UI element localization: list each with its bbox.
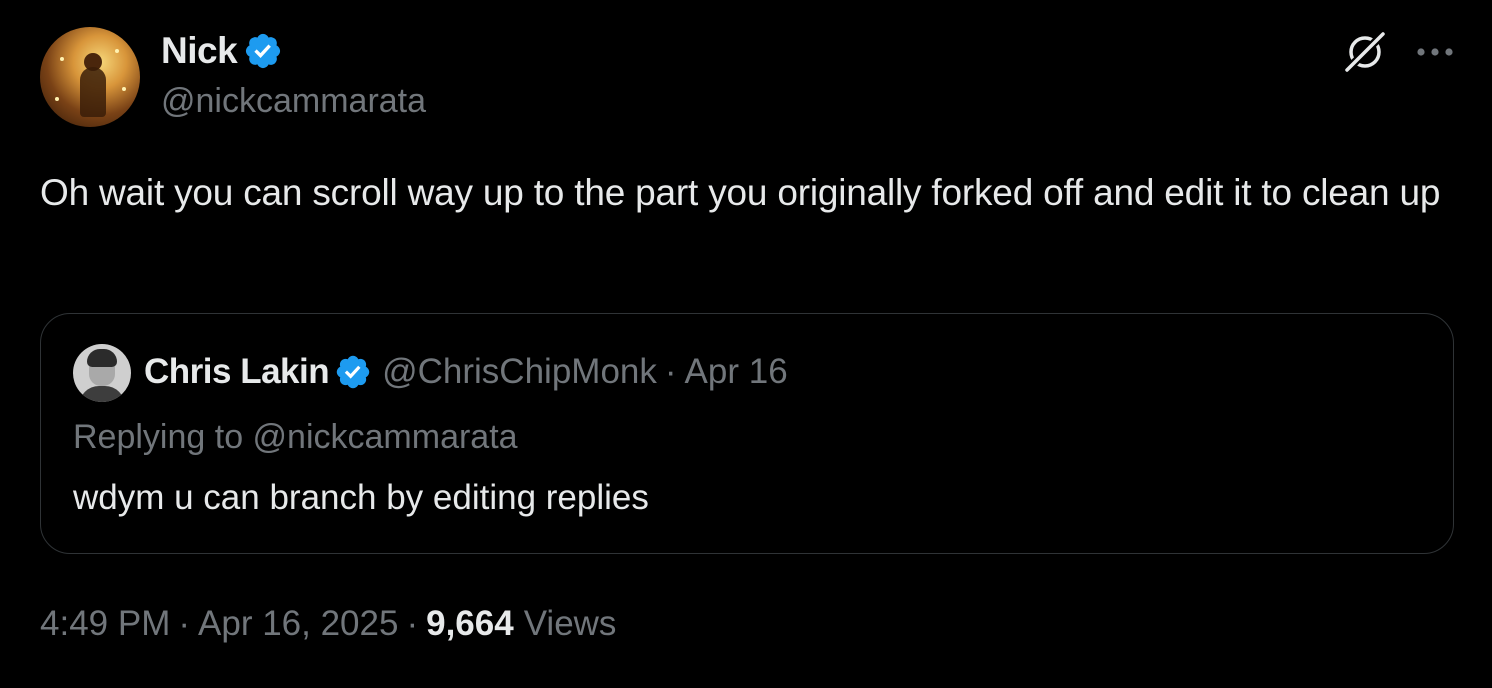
avatar-body [79,386,125,402]
tweet-time[interactable]: 4:49 PM [40,604,170,644]
avatar-spark [122,87,126,91]
avatar-spark [115,49,119,53]
author-name-row[interactable]: Nick [161,30,283,72]
footer-separator: · [178,604,191,643]
verified-badge-icon [246,33,281,69]
author-handle[interactable]: @nickcammarata [161,82,426,121]
avatar-figure-body [80,67,106,117]
quoted-author-name[interactable]: Chris Lakin [144,352,330,392]
quoted-author-handle[interactable]: @ChrisChipMonk [382,352,657,392]
verified-badge-icon [336,355,370,389]
author-name[interactable]: Nick [161,30,238,72]
quoted-tweet-header: Chris Lakin @ChrisChipMonk · Apr 16 [144,352,788,392]
avatar-spark [60,57,64,61]
views-count[interactable]: 9,664 [426,604,514,644]
author-avatar[interactable] [40,27,140,127]
tweet-text: Oh wait you can scroll way up to the par… [40,172,1441,213]
avatar-hair [87,349,117,367]
quoted-tweet-text: wdym u can branch by editing replies [73,478,649,517]
footer-separator: · [406,604,419,643]
quoted-meta-separator: · [664,352,677,391]
quoted-tweet-card[interactable]: Chris Lakin @ChrisChipMonk · Apr 16 Repl… [40,313,1454,554]
tweet-detail: Nick @nickcammarata Oh wait you can scro… [0,0,1492,688]
more-icon[interactable] [1412,32,1458,72]
quoted-replying-to: Replying to @nickcammarata [73,418,518,456]
quoted-tweet-date[interactable]: Apr 16 [685,352,788,392]
views-label: Views [523,604,617,643]
quoted-author-avatar[interactable] [73,344,131,402]
avatar-spark [55,97,59,101]
grok-icon[interactable] [1341,28,1389,76]
tweet-footer-meta: 4:49 PM · Apr 16, 2025 · 9,664 Views [40,604,616,644]
tweet-date[interactable]: Apr 16, 2025 [198,604,398,644]
